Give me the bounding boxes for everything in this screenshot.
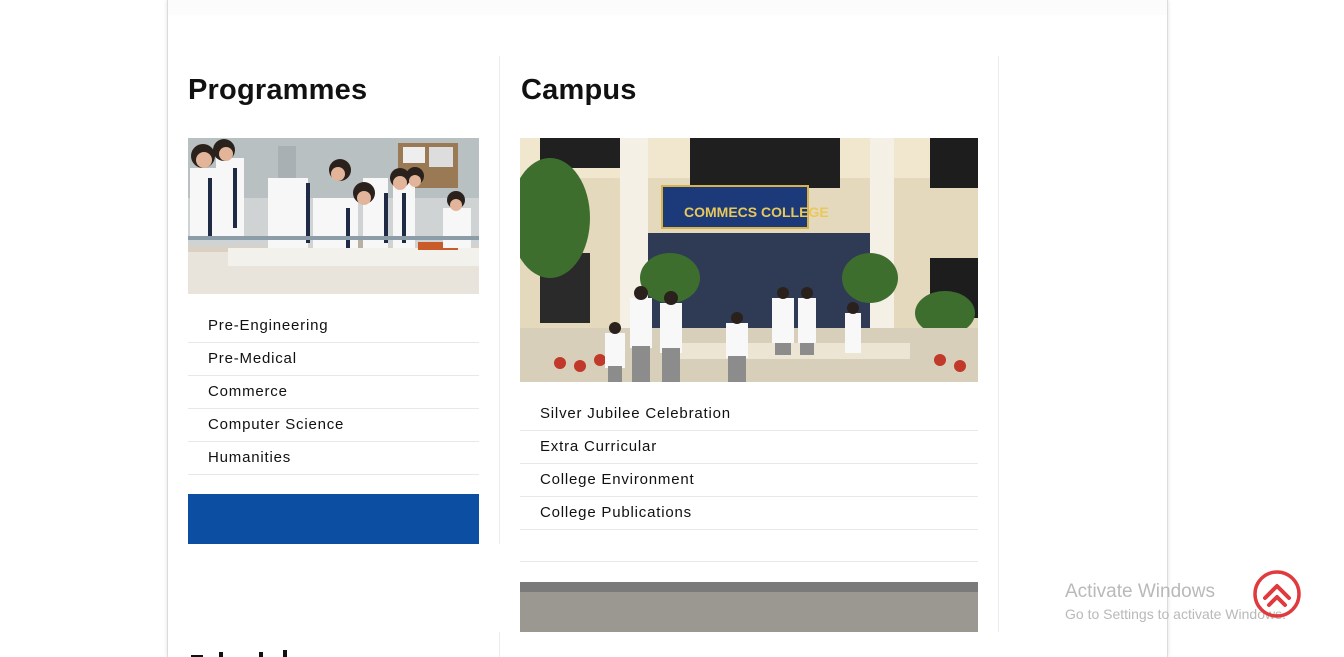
column-divider bbox=[499, 56, 500, 544]
programme-link[interactable]: Computer Science bbox=[188, 409, 479, 442]
programmes-heading: Programmes bbox=[188, 74, 368, 106]
programmes-photo bbox=[188, 138, 479, 294]
programme-link[interactable]: Humanities bbox=[188, 442, 479, 475]
programmes-list: Pre-Engineering Pre-Medical Commerce Com… bbox=[188, 310, 479, 475]
next-section-heading-partial bbox=[189, 645, 299, 657]
scroll-to-top-button[interactable] bbox=[1252, 569, 1302, 619]
column-divider bbox=[998, 56, 999, 632]
programme-link[interactable]: Pre-Engineering bbox=[188, 310, 479, 343]
column-divider bbox=[499, 632, 500, 657]
programmes-section: Programmes bbox=[188, 74, 367, 107]
divider bbox=[520, 561, 978, 562]
campus-list: Silver Jubilee Celebration Extra Curricu… bbox=[520, 398, 978, 530]
content-container: Programmes Pre-Engineering Pre-Medical C… bbox=[167, 0, 1168, 657]
campus-link[interactable]: College Environment bbox=[520, 464, 978, 497]
top-band bbox=[168, 0, 1167, 15]
campus-section: Campus bbox=[521, 74, 637, 107]
programme-link[interactable]: Pre-Medical bbox=[188, 343, 479, 376]
chevron-up-circle-icon bbox=[1253, 570, 1301, 618]
campus-banner[interactable] bbox=[520, 592, 978, 632]
campus-link[interactable]: Silver Jubilee Celebration bbox=[520, 398, 978, 431]
campus-photo: COMMECS COLLEGE bbox=[520, 138, 978, 382]
campus-sign-text: COMMECS COLLEGE bbox=[684, 204, 829, 220]
campus-heading: Campus bbox=[521, 74, 637, 106]
programme-link[interactable]: Commerce bbox=[188, 376, 479, 409]
campus-link[interactable]: College Publications bbox=[520, 497, 978, 530]
campus-banner-top bbox=[520, 582, 978, 592]
campus-link[interactable]: Extra Curricular bbox=[520, 431, 978, 464]
programmes-banner[interactable] bbox=[188, 494, 479, 544]
